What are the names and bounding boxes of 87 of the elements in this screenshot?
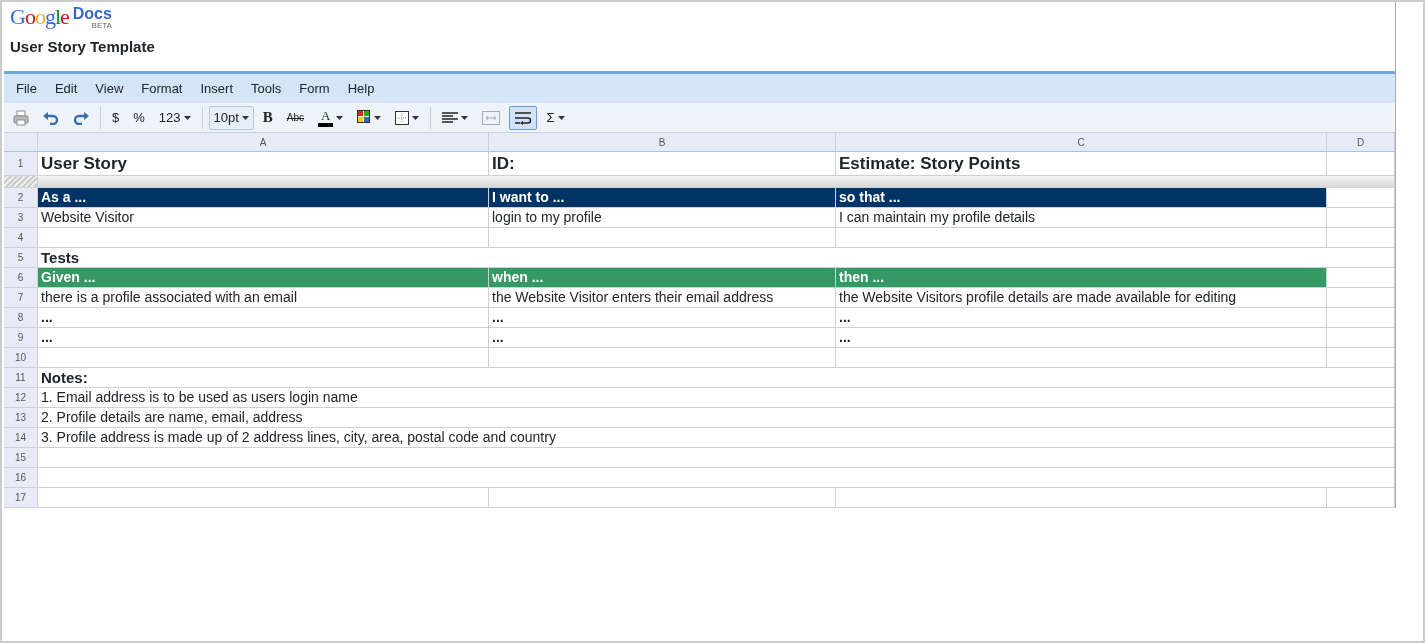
table-cell: Website Visitor	[38, 208, 489, 228]
document-title: User Story Template	[9, 37, 156, 57]
caret-icon	[336, 115, 344, 120]
cell-text: 2. Profile details are name, email, address	[38, 408, 1395, 428]
row-number: 5	[4, 248, 38, 268]
beta-label: BETA	[90, 22, 112, 30]
cell-text: 3. Profile address is made up of 2 address lines, city, area, postal code and country	[38, 428, 1395, 448]
toolbar-button[interactable]: %	[128, 105, 150, 130]
row-number: 6	[4, 268, 38, 288]
caret-icon	[461, 115, 469, 120]
row-number: 15	[4, 448, 38, 468]
table-cell: ...	[38, 328, 489, 348]
empty-cell	[1327, 328, 1395, 348]
fill-color-icon	[357, 109, 372, 126]
table-cell: I want to ...	[489, 188, 836, 208]
column-header: C	[836, 133, 1327, 152]
toolbar-button[interactable]: 10pt	[208, 105, 254, 130]
redo-icon	[73, 110, 89, 125]
menu-item[interactable]: Insert	[191, 76, 242, 100]
column-header: B	[489, 133, 836, 152]
toolbar-button[interactable]: Σ	[541, 105, 570, 130]
table-cell: the Website Visitors profile details are made available for editing	[836, 288, 1327, 308]
table-cell: ...	[489, 328, 836, 348]
row-number: 11	[4, 368, 38, 388]
menu-item[interactable]: Tools	[242, 76, 291, 100]
undo-icon	[43, 110, 59, 125]
row-number: 3	[4, 208, 38, 228]
toolbar-button[interactable]: A	[313, 105, 349, 130]
toolbar-button[interactable]: B	[257, 105, 278, 130]
printer-icon	[13, 109, 29, 126]
table-cell: login to my profile	[489, 208, 836, 228]
caret-icon	[557, 115, 565, 120]
empty-cell	[1327, 208, 1395, 228]
cell-text: 1. Email address is to be used as users login name	[38, 388, 1395, 408]
row-number: 12	[4, 388, 38, 408]
table-cell: the Website Visitor enters their email address	[489, 288, 836, 308]
empty-cell	[1327, 488, 1395, 508]
table-cell: Given ...	[38, 268, 489, 288]
menu-item[interactable]: Help	[338, 76, 384, 100]
menu-item[interactable]: Format	[132, 76, 192, 100]
caret-icon	[412, 115, 420, 120]
row-number: 2	[4, 188, 38, 208]
table-cell: so that ...	[836, 188, 1327, 208]
row-number: 9	[4, 328, 38, 348]
table-cell: ...	[38, 308, 489, 328]
row-number: 10	[4, 348, 38, 368]
table-cell: As a ...	[38, 188, 489, 208]
row-number: 14	[4, 428, 38, 448]
row-number: 7	[4, 288, 38, 308]
freeze-handle	[4, 176, 38, 188]
column-header: A	[38, 133, 489, 152]
table-cell: ...	[836, 308, 1327, 328]
table-cell: I can maintain my profile details	[836, 208, 1327, 228]
wrap-text-icon	[514, 110, 533, 125]
table-cell: ...	[836, 328, 1327, 348]
align-left-icon	[442, 111, 459, 124]
borders-icon	[395, 110, 410, 125]
row-number: 17	[4, 488, 38, 508]
row-number: 1	[4, 152, 38, 176]
column-header: D	[1327, 133, 1395, 152]
empty-cell	[1327, 288, 1395, 308]
toolbar-button[interactable]: 123	[153, 105, 196, 130]
table-cell: ...	[489, 308, 836, 328]
empty-cell	[1327, 308, 1395, 328]
row-number: 13	[4, 408, 38, 428]
empty-cell	[1327, 228, 1395, 248]
row-number: 4	[4, 228, 38, 248]
cell-text: Notes:	[38, 368, 1395, 388]
empty-cell	[1327, 348, 1395, 368]
menu-item[interactable]: Form	[290, 76, 339, 100]
caret-icon	[183, 115, 191, 120]
caret-icon	[241, 115, 249, 120]
toolbar-button[interactable]	[509, 105, 538, 130]
product-name: Docs	[72, 5, 112, 22]
menu-item[interactable]: View	[86, 76, 133, 100]
table-cell: when ...	[489, 268, 836, 288]
menu-item[interactable]: File	[7, 76, 46, 100]
logo-wordmark: Google	[10, 6, 69, 28]
row-number: 16	[4, 468, 38, 488]
menu-item[interactable]: Edit	[45, 76, 87, 100]
table-cell: then ...	[836, 268, 1327, 288]
table-cell: there is a profile associated with an email	[38, 288, 489, 308]
toolbar-button[interactable]: Abc	[281, 105, 310, 130]
row-number: 8	[4, 308, 38, 328]
caret-icon	[374, 115, 382, 120]
merge-cells-icon	[482, 110, 501, 125]
toolbar-button[interactable]: $	[107, 105, 125, 130]
